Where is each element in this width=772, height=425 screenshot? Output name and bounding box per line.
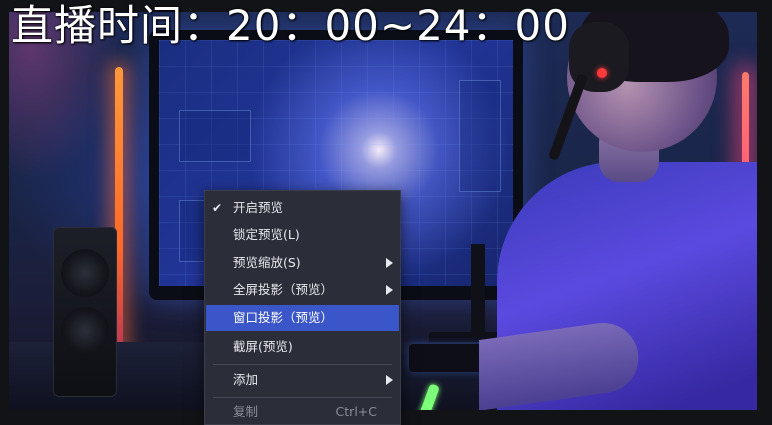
- submenu-arrow-icon: [386, 375, 393, 385]
- menu-separator: [213, 364, 392, 365]
- submenu-arrow-icon: [386, 285, 393, 295]
- menu-item-lock-preview[interactable]: 锁定预览(L): [206, 222, 399, 248]
- submenu-arrow-icon: [386, 258, 393, 268]
- menu-item-label: 复制: [233, 404, 259, 419]
- context-menu: ✔ 开启预览 锁定预览(L) 预览缩放(S) 全屏投影（预览） 窗口投影（预览）…: [204, 190, 401, 425]
- gamer-image: [479, 12, 757, 410]
- menu-item-label: 全屏投影（预览）: [233, 282, 334, 297]
- menu-item-label: 预览缩放(S): [233, 255, 301, 270]
- menu-item-label: 窗口投影（预览）: [233, 310, 334, 325]
- menu-item-screenshot[interactable]: 截屏(预览): [206, 334, 399, 360]
- menu-item-fullscreen-projector[interactable]: 全屏投影（预览）: [206, 277, 399, 303]
- menu-item-preview-scale[interactable]: 预览缩放(S): [206, 250, 399, 276]
- menu-item-windowed-projector[interactable]: 窗口投影（预览）: [206, 305, 399, 331]
- menu-item-enable-preview[interactable]: ✔ 开启预览: [206, 195, 399, 221]
- speaker-image: [53, 227, 117, 397]
- menu-item-label: 截屏(预览): [233, 339, 293, 354]
- broadcast-time-text: 直播时间：20：00~24：00: [11, 1, 570, 50]
- menu-item-copy[interactable]: 复制 Ctrl+C: [206, 399, 399, 425]
- menu-item-add[interactable]: 添加: [206, 367, 399, 393]
- menu-item-label: 开启预览: [233, 200, 284, 215]
- check-icon: ✔: [212, 201, 223, 215]
- menu-separator: [213, 397, 392, 398]
- menu-item-label: 添加: [233, 372, 259, 387]
- menu-item-shortcut: Ctrl+C: [335, 404, 377, 419]
- menu-item-label: 锁定预览(L): [233, 227, 300, 242]
